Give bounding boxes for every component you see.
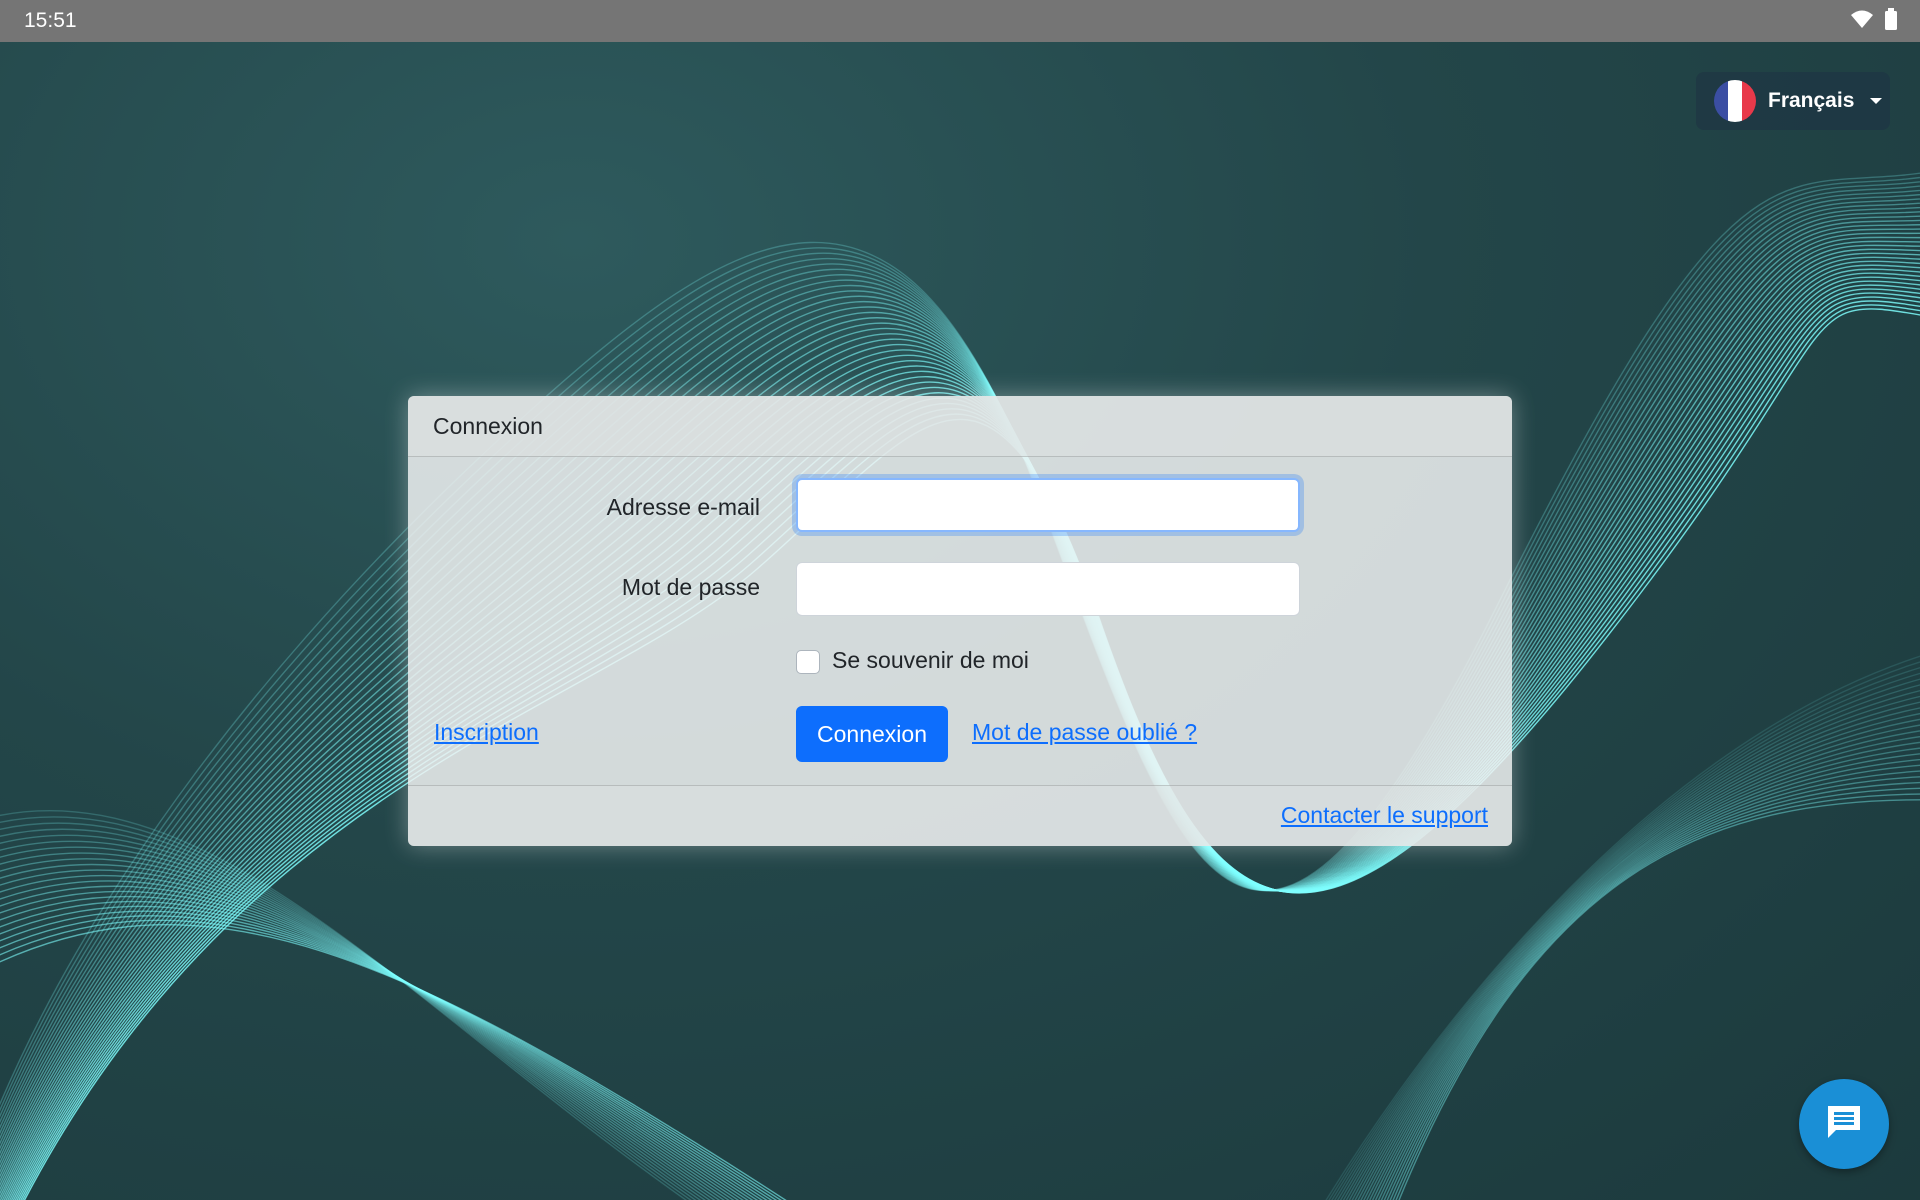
chat-icon	[1824, 1102, 1864, 1147]
login-button[interactable]: Connexion	[796, 706, 948, 762]
wifi-icon	[1850, 9, 1874, 34]
login-title: Connexion	[433, 413, 543, 439]
login-card-footer: Contacter le support	[408, 785, 1512, 846]
wave-line-40	[0, 846, 716, 1200]
battery-icon	[1884, 8, 1898, 35]
email-input[interactable]	[796, 478, 1300, 532]
flag-fr-icon	[1714, 80, 1756, 122]
login-card: Connexion Adresse e-mail Mot de passe Se…	[408, 396, 1512, 846]
status-bar: 15:51	[0, 0, 1920, 42]
flag-stripe-red	[1742, 80, 1756, 122]
contact-support-link[interactable]: Contacter le support	[1281, 802, 1488, 829]
remember-me-checkbox[interactable]	[796, 650, 820, 674]
wave-line-53	[0, 915, 778, 1200]
status-time: 15:51	[24, 9, 77, 32]
language-label: Français	[1768, 89, 1855, 112]
wave-line-43	[0, 863, 730, 1200]
language-selector[interactable]: Français	[1696, 72, 1890, 130]
password-input[interactable]	[796, 562, 1300, 616]
login-card-header: Connexion	[408, 396, 1512, 457]
register-link[interactable]: Inscription	[434, 719, 539, 746]
caret-down-icon	[1870, 98, 1883, 104]
remember-me-label[interactable]: Se souvenir de moi	[832, 647, 1029, 674]
wave-line-37	[0, 828, 702, 1200]
forgot-password-link[interactable]: Mot de passe oublié ?	[972, 719, 1197, 746]
wave-line-50	[0, 900, 763, 1200]
email-label: Adresse e-mail	[606, 494, 760, 520]
flag-stripe-white	[1728, 80, 1742, 122]
password-label: Mot de passe	[621, 574, 760, 600]
chat-button[interactable]	[1799, 1079, 1889, 1169]
flag-stripe-blue	[1714, 80, 1728, 122]
wave-line-39	[0, 840, 711, 1200]
